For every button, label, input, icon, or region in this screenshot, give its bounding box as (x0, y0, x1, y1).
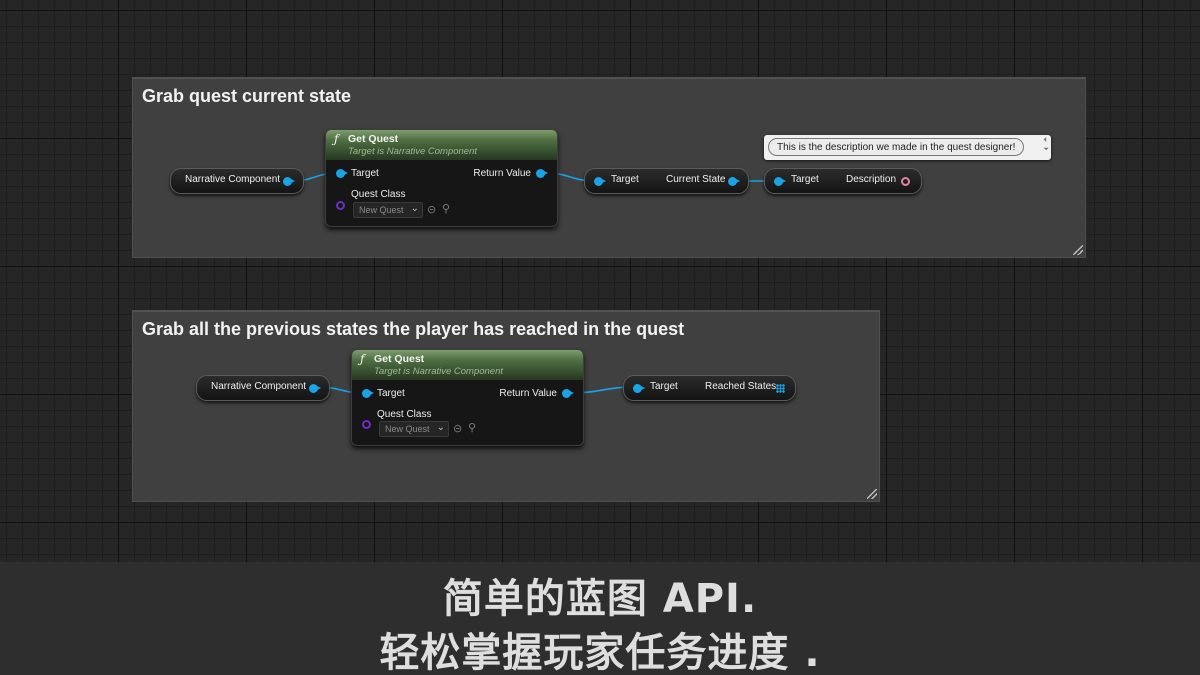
function-icon: ƒ (360, 352, 365, 366)
reached-states-label: Reached States (705, 381, 777, 392)
node-header: ƒ Get Quest Target is Narrative Componen… (326, 130, 557, 160)
comment-title[interactable]: Grab all the previous states the player … (142, 319, 684, 340)
description-output-pin[interactable] (901, 177, 910, 186)
search-icon[interactable]: ⚲ (468, 421, 476, 434)
quest-class-dropdown[interactable]: New Quest ⌄ (353, 202, 423, 218)
target-input-pin[interactable] (633, 384, 645, 393)
get-quest-node[interactable]: ƒ Get Quest Target is Narrative Componen… (351, 349, 584, 446)
dropdown-value: New Quest (385, 424, 430, 434)
return-pin-label: Return Value (473, 168, 531, 179)
target-label: Target (791, 174, 819, 185)
function-icon: ƒ (334, 132, 339, 146)
narrative-component-node[interactable]: Narrative Component (170, 168, 304, 194)
return-output-pin[interactable] (562, 389, 574, 398)
resize-handle[interactable] (867, 489, 877, 499)
chevron-down-icon: ⌄ (436, 422, 445, 433)
tooltip-text: This is the description we made in the q… (768, 138, 1025, 156)
output-pin[interactable] (283, 177, 295, 186)
narrative-component-node[interactable]: Narrative Component (196, 375, 330, 401)
current-state-output-pin[interactable] (728, 177, 740, 186)
node-label: Narrative Component (185, 174, 281, 185)
get-quest-node[interactable]: ƒ Get Quest Target is Narrative Componen… (325, 129, 558, 227)
node-subtitle: Target is Narrative Component (348, 146, 478, 157)
arrow-left-circle-icon[interactable]: ⊝ (453, 422, 462, 435)
target-label: Target (650, 381, 678, 392)
quest-class-dropdown[interactable]: New Quest ⌄ (379, 421, 449, 437)
quest-class-label: Quest Class (351, 189, 406, 200)
node-subtitle: Target is Narrative Component (374, 366, 504, 377)
return-pin-label: Return Value (499, 388, 557, 399)
node-title: Get Quest (348, 133, 399, 145)
quest-class-pin[interactable] (336, 201, 345, 210)
node-label: Narrative Component (211, 381, 307, 392)
current-state-label: Current State (666, 174, 726, 185)
target-pin-label: Target (351, 168, 379, 179)
tooltip: This is the description we made in the q… (764, 135, 1051, 160)
current-state-node[interactable]: Target Current State (584, 168, 749, 194)
resize-handle[interactable] (1073, 245, 1083, 255)
arrow-left-circle-icon[interactable]: ⊝ (427, 203, 436, 216)
subtitle-line-1: 简单的蓝图 API. (442, 576, 758, 622)
comment-title[interactable]: Grab quest current state (142, 86, 351, 107)
target-input-pin[interactable] (594, 177, 606, 186)
dropdown-value: New Quest (359, 205, 404, 215)
quest-class-pin[interactable] (362, 420, 371, 429)
subtitle-band: 简单的蓝图 API. 轻松掌握玩家任务进度 . (0, 562, 1200, 675)
target-label: Target (611, 174, 639, 185)
target-pin-label: Target (377, 388, 405, 399)
reached-states-array-pin[interactable] (776, 384, 785, 393)
node-title: Get Quest (374, 353, 425, 365)
subtitle-line-2: 轻松掌握玩家任务进度 . (379, 630, 821, 675)
tooltip-control-icon: ⏴ ⏷ (1043, 137, 1049, 153)
description-label: Description (846, 174, 897, 185)
node-header: ƒ Get Quest Target is Narrative Componen… (352, 350, 583, 380)
chevron-down-icon: ⌄ (410, 203, 419, 214)
output-pin[interactable] (309, 384, 321, 393)
search-icon[interactable]: ⚲ (442, 202, 450, 215)
target-input-pin[interactable] (336, 169, 348, 178)
description-node[interactable]: Target Description (764, 168, 922, 194)
target-input-pin[interactable] (774, 177, 786, 186)
quest-class-label: Quest Class (377, 409, 432, 420)
target-input-pin[interactable] (362, 389, 374, 398)
reached-states-node[interactable]: Target Reached States (623, 375, 796, 401)
return-output-pin[interactable] (536, 169, 548, 178)
